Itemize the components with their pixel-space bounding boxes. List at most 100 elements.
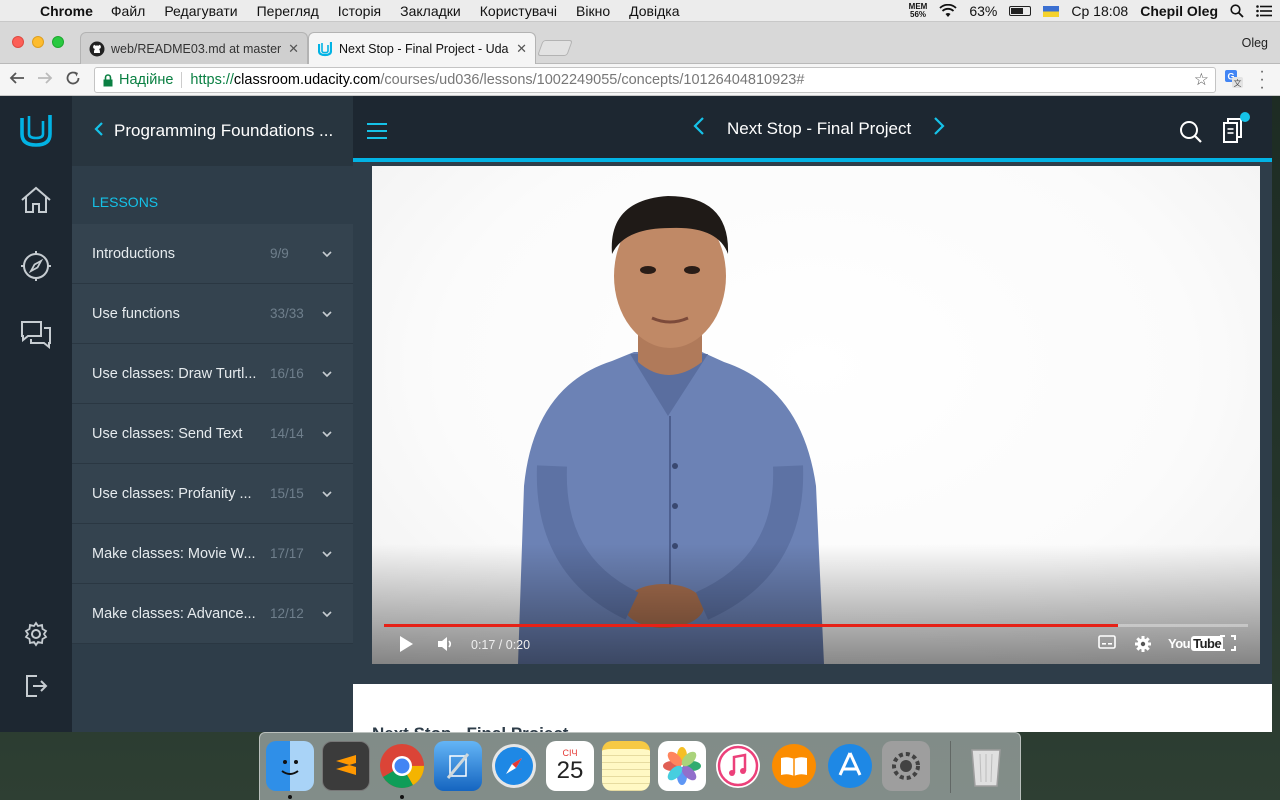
menu-help[interactable]: Довідка: [629, 3, 679, 19]
system-preferences-icon[interactable]: [882, 741, 930, 791]
concept-content-title: Next Stop - Final Project: [372, 724, 568, 732]
menu-view[interactable]: Перегляд: [257, 3, 319, 19]
xcode-icon[interactable]: [434, 741, 482, 791]
menu-window[interactable]: Вікно: [576, 3, 610, 19]
chevron-down-icon[interactable]: [322, 246, 332, 262]
google-translate-extension-icon[interactable]: G文: [1224, 69, 1244, 89]
udacity-logo-icon[interactable]: [18, 112, 54, 148]
chrome-menu-icon[interactable]: · · ·: [1256, 64, 1268, 96]
itunes-icon[interactable]: [714, 741, 762, 791]
app-menu-chrome[interactable]: Chrome: [40, 3, 93, 19]
macos-dock: СІЧ 25: [259, 732, 1021, 800]
reload-icon: [66, 71, 80, 85]
browser-tab-strip: web/README03.md at master ✕ Next Stop - …: [0, 22, 1280, 64]
play-button[interactable]: [398, 635, 414, 656]
chevron-down-icon[interactable]: [322, 306, 332, 322]
tab-close-icon[interactable]: ✕: [288, 41, 299, 57]
arrow-right-icon: [38, 72, 53, 84]
trash-icon[interactable]: [962, 741, 1010, 791]
video-settings-button[interactable]: [1134, 635, 1152, 656]
lesson-item[interactable]: Use classes: Profanity ... 15/15: [72, 464, 353, 524]
tab-close-icon[interactable]: ✕: [516, 41, 527, 57]
notification-center-icon[interactable]: [1256, 5, 1272, 17]
chevron-down-icon[interactable]: [322, 426, 332, 442]
input-source-flag-icon[interactable]: [1043, 5, 1060, 17]
chevron-down-icon[interactable]: [322, 366, 332, 382]
safari-icon[interactable]: [490, 741, 538, 791]
logout-icon[interactable]: [18, 668, 54, 704]
sublime-text-icon[interactable]: [322, 741, 370, 791]
menu-bookmarks[interactable]: Закладки: [400, 3, 461, 19]
chevron-right-icon: [934, 117, 945, 135]
lesson-item[interactable]: Use functions 33/33: [72, 284, 353, 344]
chevron-left-icon[interactable]: [94, 121, 104, 142]
menu-file[interactable]: Файл: [111, 3, 145, 19]
hamburger-menu-icon[interactable]: [367, 123, 387, 144]
fullscreen-window-button[interactable]: [52, 36, 64, 48]
lesson-name: Make classes: Movie W...: [92, 545, 256, 562]
window-controls: [12, 36, 64, 48]
home-icon[interactable]: [18, 182, 54, 218]
chevron-down-icon[interactable]: [322, 546, 332, 562]
back-button[interactable]: [6, 69, 28, 91]
memory-indicator[interactable]: MEM 56%: [909, 3, 928, 19]
search-icon[interactable]: [1179, 120, 1203, 149]
wifi-icon[interactable]: [939, 4, 957, 18]
video-progress-bar[interactable]: [384, 624, 1248, 627]
tab-udacity-next-stop[interactable]: Next Stop - Final Project - Uda ✕: [308, 32, 536, 64]
tab-github-readme[interactable]: web/README03.md at master ✕: [80, 32, 308, 64]
fast-user-switch[interactable]: Chepil Oleg: [1140, 3, 1218, 19]
close-window-button[interactable]: [12, 36, 24, 48]
mute-button[interactable]: [436, 635, 454, 656]
course-title[interactable]: Programming Foundations ...: [114, 121, 333, 141]
lesson-progress-count: 17/17: [270, 546, 304, 561]
video-controls: 0:17 / 0:20 You Tube: [372, 632, 1260, 658]
lesson-item[interactable]: Introductions 9/9: [72, 224, 353, 284]
secure-connection-indicator[interactable]: Надійне: [103, 72, 173, 88]
play-icon: [400, 636, 413, 652]
ibooks-icon[interactable]: [770, 741, 818, 791]
minimize-window-button[interactable]: [32, 36, 44, 48]
lesson-item[interactable]: Make classes: Movie W... 17/17: [72, 524, 353, 584]
menu-edit[interactable]: Редагувати: [164, 3, 237, 19]
notes-icon[interactable]: [602, 741, 650, 791]
fullscreen-button[interactable]: [1220, 635, 1236, 654]
next-concept-button[interactable]: [933, 116, 945, 141]
youtube-logo[interactable]: You Tube: [1168, 636, 1224, 651]
chevron-down-icon[interactable]: [322, 486, 332, 502]
photos-icon[interactable]: [658, 741, 706, 791]
lesson-item[interactable]: Use classes: Draw Turtl... 16/16: [72, 344, 353, 404]
course-header[interactable]: Programming Foundations ...: [72, 96, 353, 166]
address-bar[interactable]: Надійне https://classroom.udacity.com/co…: [94, 67, 1216, 93]
app-store-icon[interactable]: [826, 741, 874, 791]
spotlight-search-icon[interactable]: [1230, 4, 1244, 18]
clock[interactable]: Ср 18:08: [1071, 3, 1128, 19]
battery-icon[interactable]: [1009, 6, 1032, 16]
lesson-item[interactable]: Use classes: Send Text 14/14: [72, 404, 353, 464]
udacity-icon: [317, 41, 333, 57]
previous-concept-button[interactable]: [693, 116, 705, 141]
bookmark-star-icon[interactable]: ☆: [1194, 70, 1209, 90]
reload-button[interactable]: [62, 69, 84, 91]
forward-button[interactable]: [34, 69, 56, 91]
notification-dot: [1240, 112, 1250, 122]
volume-icon: [438, 637, 452, 651]
new-tab-button[interactable]: [537, 40, 573, 56]
finder-icon[interactable]: [266, 741, 314, 791]
calendar-icon[interactable]: СІЧ 25: [546, 741, 594, 791]
menu-history[interactable]: Історія: [338, 3, 381, 19]
settings-gear-icon[interactable]: [18, 616, 54, 652]
chevron-down-icon[interactable]: [322, 606, 332, 622]
battery-percent[interactable]: 63%: [969, 3, 997, 19]
video-progress-played: [384, 624, 1119, 627]
lesson-item[interactable]: Make classes: Advance... 12/12: [72, 584, 353, 644]
chrome-profile-button[interactable]: Oleg: [1242, 36, 1268, 50]
forum-chat-icon[interactable]: [18, 316, 54, 352]
menu-people[interactable]: Користувачі: [480, 3, 557, 19]
subtitles-icon: [1098, 635, 1116, 649]
youtube-video-player[interactable]: 0:17 / 0:20 You Tube: [372, 166, 1260, 664]
udacity-classroom: Programming Foundations ... LESSONS Intr…: [0, 96, 1272, 732]
explore-compass-icon[interactable]: [18, 248, 54, 284]
subtitles-button[interactable]: [1098, 635, 1116, 652]
chrome-icon[interactable]: [378, 741, 426, 791]
